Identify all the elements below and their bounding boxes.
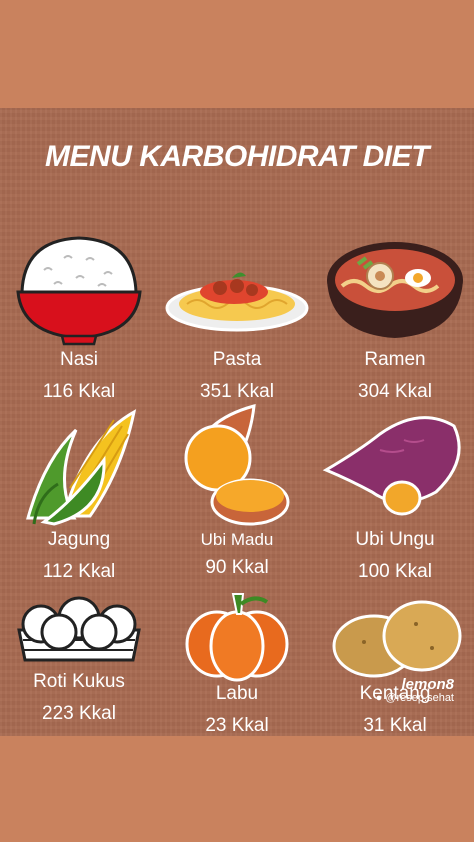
- food-name: Jagung: [47, 529, 111, 550]
- steamed-buns-icon: [17, 596, 141, 662]
- user-icon: ●: [375, 692, 383, 704]
- food-card-nasi: Nasi 116 Kkal: [0, 230, 158, 404]
- page-title: MENU KARBOHIDRAT DIET: [45, 140, 429, 173]
- potato-icon: [332, 600, 462, 678]
- food-kcal: 112 Kkal: [42, 561, 116, 582]
- food-card-jagung: Jagung 112 Kkal: [0, 400, 158, 584]
- lemon8-watermark: lemon8 ● @resep.sehat: [375, 676, 454, 704]
- food-kcal: 23 Kkal: [205, 715, 269, 736]
- food-kcal: 223 Kkal: [42, 703, 116, 724]
- food-kcal: 90 Kkal: [205, 557, 269, 578]
- watermark-handle: ● @resep.sehat: [375, 692, 454, 704]
- honey-sweet-potato-icon: [184, 403, 290, 526]
- food-name: Ubi Ungu: [355, 529, 435, 550]
- food-name: Nasi: [59, 349, 98, 370]
- food-name: Pasta: [212, 349, 262, 370]
- food-card-labu: Labu 23 Kkal: [158, 590, 316, 738]
- watermark-logo: lemon8: [401, 676, 454, 693]
- food-name: Labu: [215, 683, 259, 704]
- rice-bowl-icon: [16, 236, 142, 346]
- poster: MENU KARBOHIDRAT DIET Nasi 116 Kkal Past…: [0, 108, 474, 736]
- food-kcal: 31 Kkal: [363, 715, 427, 736]
- food-card-ubi-ungu: Ubi Ungu 100 Kkal: [316, 400, 474, 584]
- food-card-pasta: Pasta 351 Kkal: [158, 230, 316, 404]
- food-card-ramen: Ramen 304 Kkal: [316, 230, 474, 404]
- food-name: Ubi Madu: [200, 530, 274, 549]
- food-kcal: 100 Kkal: [358, 561, 432, 582]
- food-name: Roti Kukus: [33, 671, 125, 692]
- corn-icon: [26, 409, 137, 526]
- food-card-roti-kukus: Roti Kukus 223 Kkal: [0, 590, 158, 726]
- purple-sweet-potato-icon: [322, 416, 461, 516]
- pumpkin-icon: [185, 593, 289, 682]
- food-card-kentang: Kentang 31 Kkal: [316, 590, 474, 738]
- food-card-ubi-madu: Ubi Madu 90 Kkal: [158, 400, 316, 580]
- pasta-plate-icon: [165, 272, 309, 332]
- food-name: Ramen: [364, 349, 426, 370]
- ramen-bowl-icon: [327, 242, 463, 338]
